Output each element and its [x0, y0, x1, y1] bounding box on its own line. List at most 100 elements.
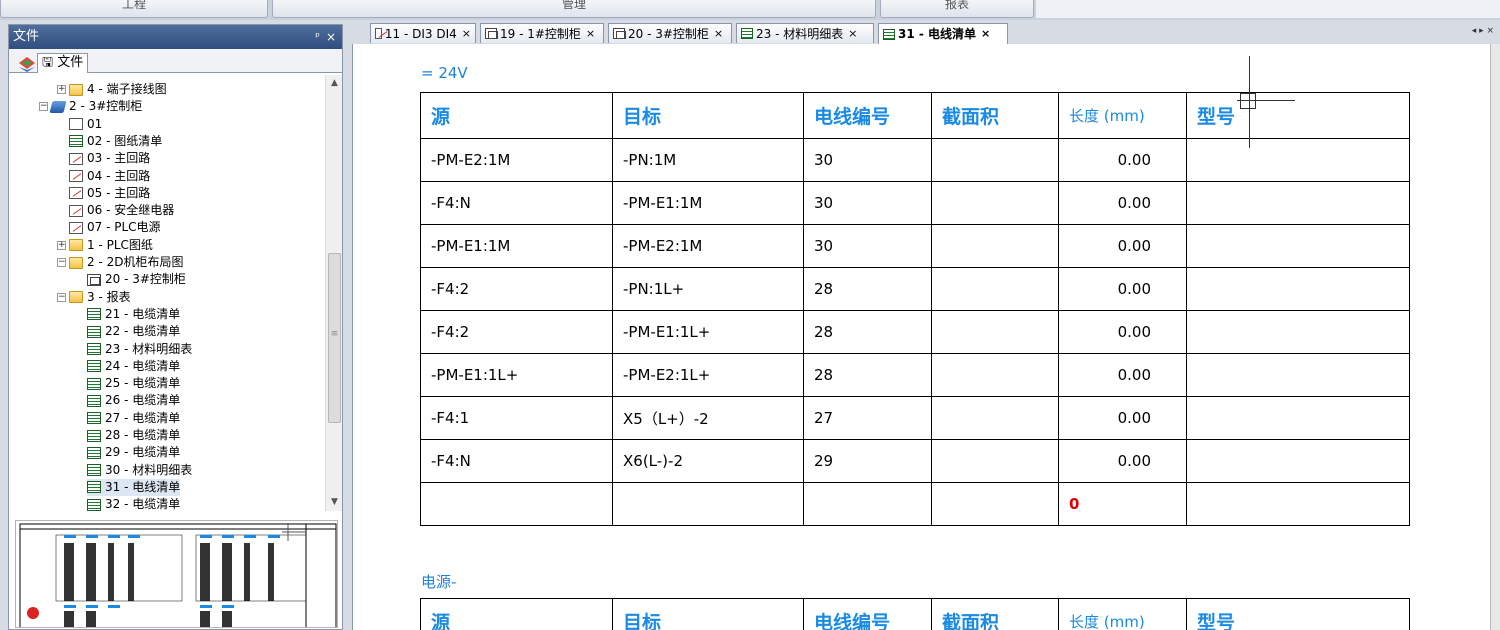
tree-item[interactable]: +4 - 端子接线图 — [57, 81, 167, 98]
scroll-down-icon[interactable]: ▼ — [326, 494, 343, 511]
collapse-icon[interactable]: − — [39, 102, 48, 112]
table-cell: -PM-E1:1M — [612, 181, 804, 225]
collapse-icon[interactable]: − — [57, 292, 66, 302]
tab-label: 19 - 1#控制柜 — [500, 26, 581, 41]
tree-item[interactable]: 28 - 电缆清单 — [87, 427, 180, 444]
tab-document[interactable]: 20 - 3#控制柜 × — [608, 23, 732, 43]
table-cell: 0.00 — [1058, 439, 1187, 483]
report-icon — [87, 325, 101, 338]
column-header: 长度 (mm) — [1058, 92, 1187, 139]
tree-item[interactable]: 05 - 主回路 — [69, 185, 150, 202]
tree-item[interactable]: 25 - 电缆清单 — [87, 375, 180, 392]
report-icon — [883, 28, 895, 40]
table-row[interactable]: -PM-E1:1M -PM-E2:1M 30 0.00 — [420, 224, 1410, 268]
close-tab-icon[interactable]: × — [981, 25, 990, 43]
table-row[interactable]: -PM-E1:1L+ -PM-E2:1L+ 28 0.00 — [420, 353, 1410, 397]
tree-item[interactable]: 03 - 主回路 — [69, 150, 150, 167]
column-header: 型号 — [1186, 598, 1410, 630]
table-row[interactable]: -F4:2 -PM-E1:1L+ 28 0.00 — [420, 310, 1410, 354]
tree-item[interactable]: 31 - 电线清单 — [87, 478, 181, 496]
ribbon-button-report[interactable]: 报表 — [880, 0, 1034, 18]
cursor-pick-box — [1240, 93, 1256, 109]
tab-document[interactable]: 19 - 1#控制柜 × — [480, 23, 604, 43]
tab-document[interactable]: 23 - 材料明细表 × — [736, 23, 874, 43]
table-cell: 27 — [803, 396, 932, 440]
table-total-row: 0 — [420, 482, 1410, 526]
expand-icon[interactable]: + — [57, 240, 66, 250]
table-row[interactable]: -F4:2 -PN:1L+ 28 0.00 — [420, 267, 1410, 311]
document-scrollbar[interactable] — [1490, 44, 1500, 630]
tree-item-label: 24 - 电缆清单 — [105, 358, 181, 373]
schematic-icon — [375, 28, 382, 39]
table-cell: 0.00 — [1058, 396, 1187, 440]
tree-item[interactable]: 29 - 电缆清单 — [87, 444, 180, 461]
ribbon-button-project[interactable]: 工程 — [0, 0, 268, 18]
close-tab-icon[interactable]: × — [586, 25, 595, 43]
scroll-up-icon[interactable]: ▲ — [326, 75, 343, 92]
save-icon: 🖫 — [42, 55, 54, 70]
cabinet-icon — [87, 273, 101, 286]
column-header: 截面积 — [931, 92, 1059, 139]
table-cell: -PM-E1:1L+ — [612, 310, 804, 354]
tab-files[interactable]: 🖫 文件 — [37, 53, 89, 73]
tree-scrollbar[interactable]: ▲ ≡ ▼ — [325, 75, 342, 511]
table-cell: 0.00 — [1058, 224, 1187, 268]
ribbon-button-manage[interactable]: 管理 — [272, 0, 876, 18]
column-header: 截面积 — [931, 598, 1059, 630]
report-icon — [87, 464, 101, 477]
table-row[interactable]: -PM-E2:1M -PN:1M 30 0.00 — [420, 138, 1410, 182]
tree-item[interactable]: 27 - 电缆清单 — [87, 410, 180, 427]
project-tree: +4 - 端子接线图 −2 - 3#控制柜 01 02 - 图纸清单 03 - 主回路 0… — [9, 75, 325, 511]
tab-document[interactable]: 11 - DI3 DI4 × — [370, 23, 476, 43]
table-cell — [803, 482, 932, 526]
tree-item[interactable]: 22 - 电缆清单 — [87, 323, 180, 340]
table-cell: 0.00 — [1058, 310, 1187, 354]
table-cell: 0.00 — [1058, 181, 1187, 225]
tab-document[interactable]: 31 - 电线清单 × — [878, 23, 1008, 44]
tree-item-label: 2 - 3#控制柜 — [69, 99, 143, 114]
tree-item-label: 27 - 电缆清单 — [105, 410, 181, 425]
tree-item[interactable]: +1 - PLC图纸 — [57, 237, 153, 254]
layers-icon[interactable] — [17, 55, 37, 73]
table-row[interactable]: -F4:N -PM-E1:1M 30 0.00 — [420, 181, 1410, 225]
tree-item[interactable]: 30 - 材料明细表 — [87, 462, 192, 479]
tree-item[interactable]: 06 - 安全继电器 — [69, 202, 174, 219]
tree-item[interactable]: 21 - 电缆清单 — [87, 306, 180, 323]
cabinet-icon — [485, 28, 498, 39]
column-header: 长度 (mm) — [1058, 598, 1187, 630]
close-tab-icon[interactable]: × — [714, 25, 723, 43]
tree-item[interactable]: 32 - 电缆清单 — [87, 496, 180, 511]
tree-item[interactable]: 24 - 电缆清单 — [87, 358, 180, 375]
tree-item[interactable]: 07 - PLC电源 — [69, 219, 161, 236]
tree-item-label: 01 — [87, 116, 103, 131]
close-icon[interactable]: × — [326, 25, 336, 49]
tree-item[interactable]: 20 - 3#控制柜 — [87, 271, 186, 288]
table-row[interactable]: -F4:1 X5（L+）-2 27 0.00 — [420, 396, 1410, 440]
tree-item[interactable]: 01 — [69, 116, 102, 133]
tree-item[interactable]: − 3 - 报表 — [57, 289, 131, 306]
tree-item[interactable]: − 2 - 2D机柜布局图 — [57, 254, 183, 271]
table-cell — [931, 353, 1059, 397]
report-icon — [87, 429, 101, 442]
table-cell — [612, 482, 804, 526]
scroll-thumb[interactable]: ≡ — [328, 253, 341, 423]
tab-navigation[interactable]: ◂ ▸ × — [1472, 26, 1494, 36]
expand-icon[interactable]: + — [57, 85, 66, 94]
table-cell: -F4:N — [420, 439, 613, 483]
tree-item[interactable]: 23 - 材料明细表 — [87, 341, 192, 358]
collapse-icon[interactable]: − — [57, 258, 66, 267]
tree-item[interactable]: 02 - 图纸清单 — [69, 133, 162, 150]
tree-item[interactable]: − 2 - 3#控制柜 — [39, 98, 142, 115]
table-row[interactable]: -F4:N X6(L-)-2 29 0.00 — [420, 439, 1410, 483]
table-cell: 30 — [803, 224, 932, 268]
table-cell: 29 — [803, 439, 932, 483]
pin-icon[interactable]: ᵖ — [315, 25, 320, 49]
folder-icon — [69, 83, 83, 96]
close-tab-icon[interactable]: × — [848, 25, 857, 43]
table-cell — [931, 439, 1059, 483]
tree-item[interactable]: 26 - 电缆清单 — [87, 392, 180, 409]
file-panel-tabs: 🖫 文件 — [9, 49, 342, 73]
close-tab-icon[interactable]: × — [462, 25, 471, 43]
tree-item[interactable]: 04 - 主回路 — [69, 168, 150, 185]
tree-item-label: 06 - 安全继电器 — [87, 203, 175, 218]
